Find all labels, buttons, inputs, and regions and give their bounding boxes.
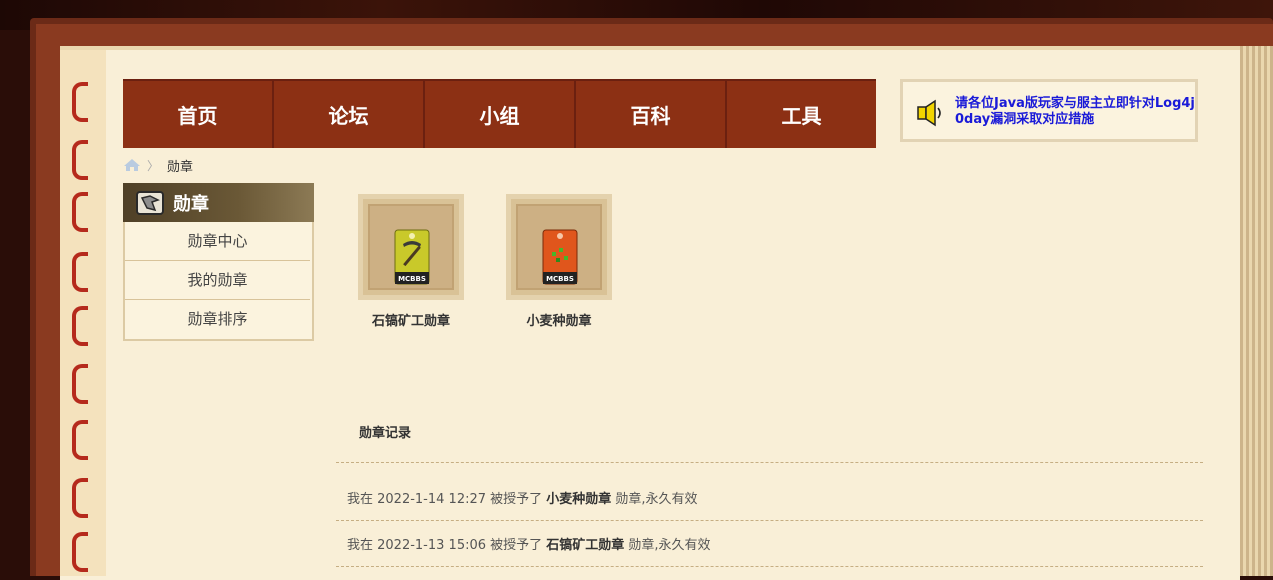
record-suffix: 勋章,永久有效 <box>611 492 698 507</box>
sidebar-item-medal-center[interactable]: 勋章中心 <box>125 222 310 261</box>
binding-ring <box>72 420 88 460</box>
page-edge <box>1240 46 1273 576</box>
main-nav: 首页 论坛 小组 百科 工具 <box>123 79 876 148</box>
nav-group[interactable]: 小组 <box>425 81 576 148</box>
home-icon[interactable] <box>123 158 141 172</box>
record-row: 我在 2022-1-13 15:06 被授予了 石镐矿工勋章 勋章,永久有效 <box>347 534 711 553</box>
record-prefix: 我在 2022-1-14 12:27 被授予了 <box>347 492 547 507</box>
speaker-icon <box>917 99 941 127</box>
sidebar-menu: 勋章中心 我的勋章 勋章排序 <box>125 222 310 338</box>
binding-ring <box>72 478 88 518</box>
breadcrumb-current: 勋章 <box>167 159 194 175</box>
sidebar-header: 勋章 <box>123 183 314 222</box>
divider <box>336 566 1203 567</box>
notice-box: 请各位Java版玩家与服主立即针对Log4j 0day漏洞采取对应措施 <box>900 79 1198 142</box>
sidebar-item-my-medals[interactable]: 我的勋章 <box>125 261 310 300</box>
record-badge-name: 小麦种勋章 <box>546 492 612 507</box>
notice-link[interactable]: 请各位Java版玩家与服主立即针对Log4j 0day漏洞采取对应措施 <box>955 96 1195 128</box>
badge-item[interactable]: MCBBS 石镐矿工勋章 <box>357 194 465 329</box>
binding-ring <box>72 306 88 346</box>
record-prefix: 我在 2022-1-13 15:06 被授予了 <box>347 538 547 553</box>
binding-ring <box>72 82 88 122</box>
records-title: 勋章记录 <box>359 426 412 441</box>
nav-wiki[interactable]: 百科 <box>576 81 727 148</box>
breadcrumb-separator: 〉 <box>147 158 160 173</box>
binding-ring <box>72 140 88 180</box>
sidebar-title: 勋章 <box>173 193 209 215</box>
badge-name: 小麦种勋章 <box>526 314 592 329</box>
badge-frame: MCBBS <box>506 194 612 300</box>
record-suffix: 勋章,永久有效 <box>624 538 711 553</box>
nav-forum[interactable]: 论坛 <box>274 81 425 148</box>
nav-home[interactable]: 首页 <box>123 81 274 148</box>
sidebar-item-medal-order[interactable]: 勋章排序 <box>125 300 310 338</box>
breadcrumb: 〉 勋章 <box>123 156 194 175</box>
divider <box>336 520 1203 521</box>
record-row: 我在 2022-1-14 12:27 被授予了 小麦种勋章 勋章,永久有效 <box>347 488 698 507</box>
medal-icon <box>136 190 164 215</box>
divider <box>336 462 1203 463</box>
nav-tools[interactable]: 工具 <box>727 81 876 148</box>
binding-ring <box>72 192 88 232</box>
pickaxe-badge-icon: MCBBS <box>394 229 430 285</box>
wheat-seed-badge-icon: MCBBS <box>542 229 578 285</box>
binding-ring <box>72 364 88 404</box>
badge-frame: MCBBS <box>358 194 464 300</box>
binding-ring <box>72 532 88 572</box>
badge-item[interactable]: MCBBS 小麦种勋章 <box>505 194 613 329</box>
record-badge-name: 石镐矿工勋章 <box>546 538 625 553</box>
badge-logo-text: MCBBS <box>398 275 426 283</box>
badge-logo-text: MCBBS <box>546 275 574 283</box>
binding-ring <box>72 252 88 292</box>
badge-name: 石镐矿工勋章 <box>371 314 450 329</box>
